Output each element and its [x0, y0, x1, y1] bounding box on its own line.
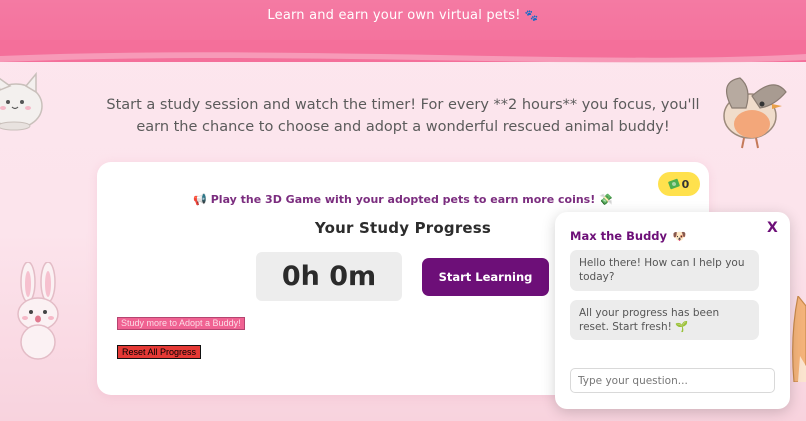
chat-question-input[interactable] [570, 368, 775, 393]
bunny-sticker-icon [17, 262, 59, 360]
banner-tagline: Learn and earn your own virtual pets! 🐾 [267, 8, 539, 23]
banner-wave [0, 40, 806, 63]
paw-prints-icon: 🐾 [524, 9, 539, 22]
game-promo: 📢 Play the 3D Game with your adopted pets… [97, 193, 709, 206]
money-icon: 💸 [599, 193, 613, 206]
reset-progress-button[interactable]: Reset All Progress [117, 345, 202, 359]
chat-close-button[interactable]: X [767, 220, 778, 236]
intro-text: Start a study session and watch the time… [106, 97, 700, 135]
coin-balance: 0 [681, 177, 690, 191]
seedling-icon: 🌱 [675, 321, 689, 333]
bird-sticker-icon [723, 77, 787, 149]
dog-icon: 🐶 [669, 230, 687, 243]
money-icon [667, 178, 680, 190]
start-learning-button[interactable]: Start Learning [422, 258, 549, 296]
promo-text: Play the 3D Game with your adopted pets … [210, 193, 596, 206]
chat-message-text: Hello there! How can I help you today? [579, 257, 745, 283]
adopt-buddy-button[interactable]: Study more to Adopt a Buddy! [117, 317, 245, 330]
chat-message: Hello there! How can I help you today? [570, 250, 759, 291]
chat-message-text: All your progress has been reset. Start … [579, 307, 720, 333]
chat-panel: Max the Buddy 🐶 X Hello there! How can I… [555, 212, 790, 409]
chat-message: All your progress has been reset. Start … [570, 300, 759, 340]
chat-title: Max the Buddy 🐶 [570, 229, 686, 243]
megaphone-icon: 📢 [193, 193, 207, 206]
study-timer: 0h 0m [256, 252, 402, 301]
fox-sticker-icon [792, 296, 806, 382]
cat-sticker-icon [0, 71, 43, 131]
chat-title-text: Max the Buddy [570, 229, 668, 243]
